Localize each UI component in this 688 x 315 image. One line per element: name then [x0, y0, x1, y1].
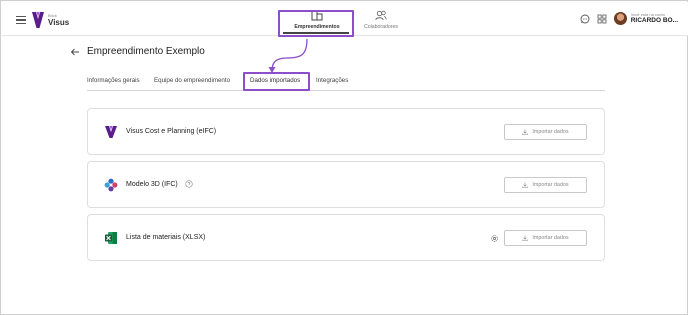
- import-data-label: Importar dados: [532, 129, 569, 135]
- account-switcher[interactable]: Você está na conta RICARDO BO...: [630, 12, 678, 25]
- import-data-button[interactable]: Importar dados: [504, 230, 587, 246]
- menu-icon[interactable]: [16, 16, 26, 24]
- section-tabs: Informações gerais Equipe do empreendime…: [87, 77, 605, 91]
- app-window: Brick Visus Empreendimentos Colaboradore…: [0, 0, 688, 315]
- brand-name: Visus: [48, 17, 70, 27]
- card-title: Modelo 3D (IFC): [126, 181, 178, 188]
- import-card-ifc: Modelo 3D (IFC) Importar dados: [87, 161, 605, 208]
- import-card-visus: Visus Cost e Planning (eIFC) Importar da…: [87, 108, 605, 155]
- back-arrow-icon[interactable]: [70, 47, 80, 57]
- tab-equipe-do-empreendimento[interactable]: Equipe do empreendimento: [154, 77, 230, 84]
- import-card-xlsx: Lista de materiais (XLSX) Importar dados: [87, 214, 605, 261]
- nav-tab-empreendimentos[interactable]: Empreendimentos: [282, 10, 352, 30]
- brand-small-label: Brick: [48, 12, 57, 18]
- gear-icon[interactable]: [490, 234, 499, 243]
- nav-tab-label: Colaboradores: [363, 24, 399, 30]
- download-icon: [522, 182, 529, 188]
- nav-tab-label: Empreendimentos: [294, 24, 340, 30]
- ifc-model-icon: [104, 178, 118, 192]
- user-toolbar: Você está na conta RICARDO BO...: [580, 12, 678, 25]
- building-icon: [311, 10, 323, 21]
- page-title: Empreendimento Exemplo: [87, 46, 205, 57]
- chat-icon[interactable]: [580, 14, 590, 24]
- download-icon: [522, 129, 529, 135]
- apps-grid-icon[interactable]: [597, 14, 607, 24]
- tab-integracoes[interactable]: Integrações: [316, 77, 348, 84]
- brand-logo[interactable]: Brick Visus: [32, 12, 69, 28]
- import-data-label: Importar dados: [532, 235, 569, 241]
- top-bar: Brick Visus Empreendimentos Colaboradore…: [2, 2, 688, 36]
- card-title: Lista de materiais (XLSX): [126, 234, 206, 241]
- import-data-button[interactable]: Importar dados: [504, 177, 587, 193]
- download-icon: [522, 235, 529, 241]
- help-icon[interactable]: [185, 180, 193, 188]
- import-data-label: Importar dados: [532, 182, 569, 188]
- account-name: RICARDO BO...: [630, 16, 678, 24]
- users-icon: [375, 10, 387, 21]
- import-data-button[interactable]: Importar dados: [504, 124, 587, 140]
- tab-dados-importados[interactable]: Dados importados: [250, 77, 300, 84]
- excel-icon: [105, 232, 117, 244]
- tab-active-indicator: [250, 89, 307, 91]
- visus-logo-icon: [32, 12, 44, 28]
- nav-tab-colaboradores[interactable]: Colaboradores: [346, 10, 416, 30]
- visus-logo-icon: [105, 126, 117, 138]
- avatar[interactable]: [613, 12, 627, 25]
- nav-active-indicator: [283, 32, 349, 34]
- card-title: Visus Cost e Planning (eIFC): [126, 128, 217, 135]
- tab-informacoes-gerais[interactable]: Informações gerais: [87, 77, 140, 84]
